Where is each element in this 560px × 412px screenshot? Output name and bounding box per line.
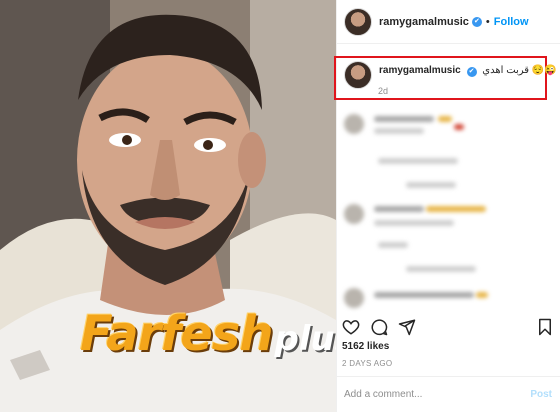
blurred-comment xyxy=(342,288,542,314)
share-icon[interactable] xyxy=(398,318,416,336)
caption-emoji: 😌😜 xyxy=(531,65,557,76)
watermark-logo: Farfesh plus.com xyxy=(80,306,336,366)
caption-time: 2d xyxy=(378,86,389,96)
watermark-main: Farfesh xyxy=(80,306,274,362)
blurred-comment xyxy=(342,114,542,188)
comment-input[interactable] xyxy=(344,389,531,400)
post-comment-button[interactable]: Post xyxy=(530,389,552,400)
add-comment-bar: Post xyxy=(336,376,560,412)
caption-avatar[interactable] xyxy=(344,61,372,89)
avatar[interactable] xyxy=(344,7,372,36)
blurred-comment xyxy=(342,204,542,274)
post-date: 2 DAYS AGO xyxy=(342,359,393,368)
post-actions xyxy=(342,318,556,338)
header-separator: • xyxy=(485,15,490,28)
caption-arabic: قربت اهدي xyxy=(482,65,530,76)
likes-count[interactable]: 5162 likes xyxy=(342,341,389,352)
header-username[interactable]: ramygamalmusic xyxy=(379,16,469,28)
follow-button[interactable]: Follow xyxy=(494,16,529,28)
caption-username[interactable]: ramygamalmusic xyxy=(379,65,461,76)
post-header: ramygamalmusic ✔ • Follow xyxy=(337,0,560,44)
caption-text: ramygamalmusic ✔ قربت اهدي 😌😜 xyxy=(379,65,557,77)
caption-row: ramygamalmusic ✔ قربت اهدي 😌😜 xyxy=(344,61,557,89)
heart-icon[interactable] xyxy=(342,318,360,336)
bookmark-icon[interactable] xyxy=(536,318,554,336)
watermark-sub: plus.com xyxy=(274,319,336,359)
comment-icon[interactable] xyxy=(370,318,388,336)
caption-verified-icon: ✔ xyxy=(466,67,477,77)
verified-icon: ✔ xyxy=(471,16,482,27)
post-photo[interactable]: Farfesh plus.com xyxy=(0,0,336,412)
